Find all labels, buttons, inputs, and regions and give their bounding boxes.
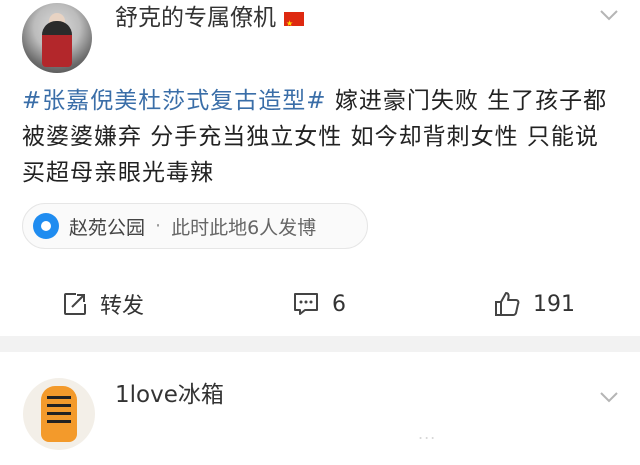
location-name: 赵苑公园: [69, 216, 146, 239]
weibo-post: 舒克的专属僚机 #张嘉倪美杜莎式复古造型# 嫁进豪门失败 生了孩子都被婆婆嫌弃 …: [0, 0, 640, 336]
location-pin-icon: [33, 213, 59, 239]
comment-icon: [294, 293, 318, 315]
comment-count: 6: [332, 291, 346, 317]
avatar-figure: [42, 21, 72, 67]
next-post: 1love冰箱 ...: [0, 352, 640, 465]
avatar[interactable]: [23, 378, 95, 450]
chevron-down-icon[interactable]: [598, 386, 620, 408]
repost-button[interactable]: 转发: [62, 282, 144, 326]
faded-text: ...: [418, 424, 437, 443]
comment-button[interactable]: 6: [292, 282, 346, 326]
like-icon: [495, 292, 520, 316]
location-extra: 此时此地6人发博: [171, 216, 317, 239]
flag-cn-icon: [284, 9, 304, 39]
like-button[interactable]: 191: [493, 282, 575, 326]
username[interactable]: 1love冰箱: [115, 380, 224, 410]
repost-label: 转发: [100, 294, 145, 319]
username-row[interactable]: 舒克的专属僚机: [115, 3, 304, 39]
feed-divider: [0, 336, 640, 352]
location-separator: ·: [155, 215, 162, 237]
tiger-figure: [41, 386, 77, 442]
like-count: 191: [533, 291, 575, 317]
repost-icon: [64, 293, 86, 315]
location-chip[interactable]: 赵苑公园 · 此时此地6人发博: [22, 203, 368, 249]
hashtag-link[interactable]: #张嘉倪美杜莎式复古造型#: [22, 88, 327, 114]
chevron-down-icon[interactable]: [598, 4, 620, 26]
avatar[interactable]: [22, 3, 92, 73]
username[interactable]: 舒克的专属僚机: [115, 5, 276, 31]
post-content: #张嘉倪美杜莎式复古造型# 嫁进豪门失败 生了孩子都被婆婆嫌弃 分手充当独立女性…: [22, 83, 622, 191]
action-bar: 转发 6 191: [0, 282, 640, 326]
